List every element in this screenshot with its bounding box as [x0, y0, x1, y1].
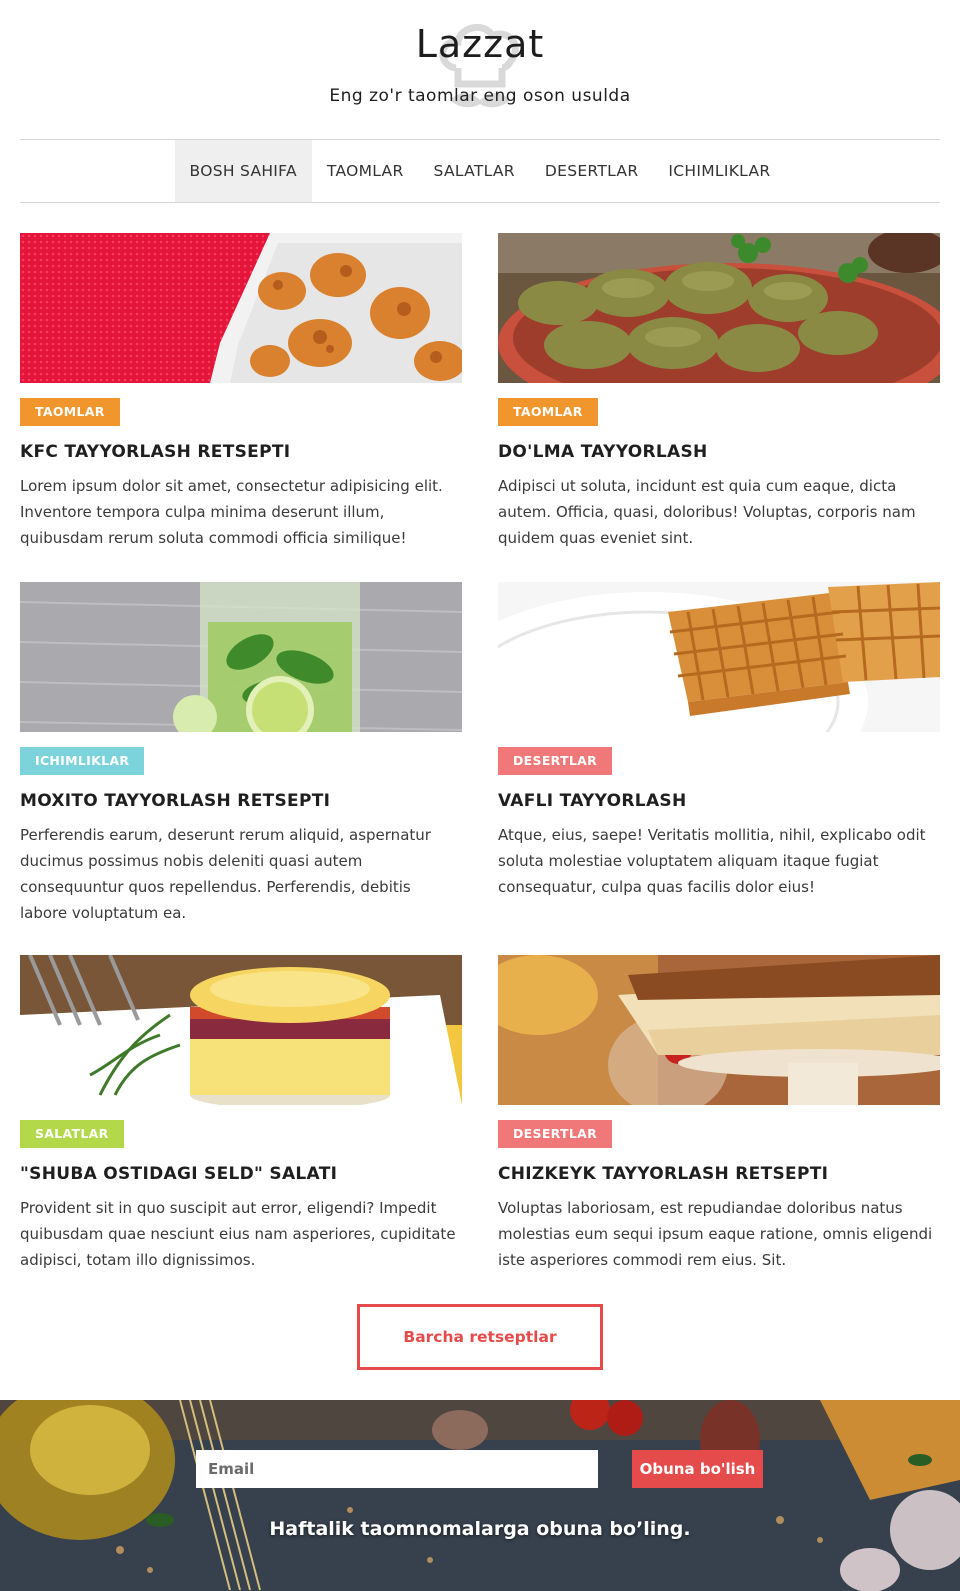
recipe-card: DESERTLAR VAFLI TAYYORLASH Atque, eius, … [498, 582, 940, 900]
recipe-excerpt: Adipisci ut soluta, incidunt est quia cu… [498, 477, 916, 547]
recipe-title[interactable]: DO'LMA TAYYORLASH [498, 442, 940, 462]
recipe-image-layered-salad[interactable] [20, 955, 462, 1105]
category-badge[interactable]: TAOMLAR [20, 398, 120, 426]
newsletter-footer: Obuna bo'lish Haftalik taomnomalarga obu… [0, 1400, 960, 1591]
recipe-excerpt: Atque, eius, saepe! Veritatis mollitia, … [498, 826, 926, 896]
recipe-card: ICHIMLIKLAR MOXITO TAYYORLASH RETSEPTI P… [20, 582, 462, 926]
nav-item-desertlar[interactable]: DESERTLAR [530, 140, 654, 202]
all-recipes-button[interactable]: Barcha retseptlar [357, 1304, 603, 1370]
category-badge[interactable]: ICHIMLIKLAR [20, 747, 145, 775]
recipe-title[interactable]: CHIZKEYK TAYYORLASH RETSEPTI [498, 1164, 940, 1184]
recipe-title[interactable]: MOXITO TAYYORLASH RETSEPTI [20, 791, 462, 811]
recipe-image-dolma[interactable] [498, 233, 940, 383]
recipe-card: DESERTLAR CHIZKEYK TAYYORLASH RETSEPTI V… [498, 955, 940, 1273]
category-badge[interactable]: TAOMLAR [498, 398, 598, 426]
site-header: Lazzat Eng zo'r taomlar eng oson usulda [0, 0, 960, 137]
recipe-excerpt: Voluptas laboriosam, est repudiandae dol… [498, 1199, 933, 1269]
recipe-title[interactable]: VAFLI TAYYORLASH [498, 791, 940, 811]
recipe-card: SALATLAR "SHUBA OSTIDAGI SELD" SALATI Pr… [20, 955, 462, 1273]
recipe-image-waffles[interactable] [498, 582, 940, 732]
category-badge[interactable]: DESERTLAR [498, 1120, 613, 1148]
category-badge[interactable]: DESERTLAR [498, 747, 613, 775]
recipe-title[interactable]: KFC TAYYORLASH RETSEPTI [20, 442, 462, 462]
recipe-image-mojito[interactable] [20, 582, 462, 732]
recipe-image-fried-chicken[interactable] [20, 233, 462, 383]
recipe-excerpt: Lorem ipsum dolor sit amet, consectetur … [20, 477, 443, 547]
recipe-card: TAOMLAR DO'LMA TAYYORLASH Adipisci ut so… [498, 233, 940, 551]
main-navigation: BOSH SAHIFA TAOMLAR SALATLAR DESERTLAR I… [20, 139, 940, 203]
nav-item-ichimliklar[interactable]: ICHIMLIKLAR [653, 140, 785, 202]
recipe-excerpt: Perferendis earum, deserunt rerum aliqui… [20, 826, 431, 922]
recipe-card: TAOMLAR KFC TAYYORLASH RETSEPTI Lorem ip… [20, 233, 462, 551]
site-tagline: Eng zo'r taomlar eng oson usulda [329, 86, 631, 106]
recipe-image-cheesecake[interactable] [498, 955, 940, 1105]
newsletter-caption: Haftalik taomnomalarga obuna bo’ling. [269, 1518, 691, 1540]
subscribe-button[interactable]: Obuna bo'lish [632, 1450, 763, 1488]
recipe-title[interactable]: "SHUBA OSTIDAGI SELD" SALATI [20, 1164, 462, 1184]
nav-item-taomlar[interactable]: TAOMLAR [312, 140, 419, 202]
nav-item-salatlar[interactable]: SALATLAR [419, 140, 530, 202]
nav-item-bosh-sahifa[interactable]: BOSH SAHIFA [174, 140, 312, 202]
recipe-excerpt: Provident sit in quo suscipit aut error,… [20, 1199, 456, 1269]
email-input[interactable] [196, 1450, 598, 1488]
ingredients-background-image [0, 1400, 960, 1591]
category-badge[interactable]: SALATLAR [20, 1120, 124, 1148]
site-title[interactable]: Lazzat [0, 22, 960, 66]
